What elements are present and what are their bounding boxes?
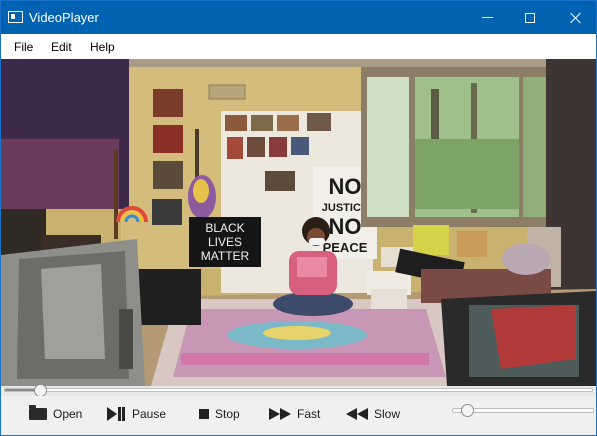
video-player-window: VideoPlayer File Edit Help NO JUSTICE NO… <box>0 0 597 436</box>
minimize-icon <box>481 17 493 18</box>
sign-matter: MATTER <box>201 249 250 263</box>
stop-label: Stop <box>215 407 240 421</box>
slow-label: Slow <box>374 407 401 421</box>
open-button[interactable]: Open <box>29 405 82 423</box>
volume-slider[interactable] <box>452 404 594 417</box>
minimize-button[interactable] <box>464 1 510 34</box>
stop-button[interactable]: Stop <box>199 405 240 423</box>
sign-lives: LIVES <box>208 235 242 249</box>
rewind-icon <box>346 408 368 420</box>
menu-file[interactable]: File <box>14 40 33 54</box>
play-pause-icon <box>107 407 126 421</box>
slow-button[interactable]: Slow <box>346 405 400 423</box>
seek-bar[interactable] <box>1 384 596 397</box>
stop-icon <box>199 409 209 419</box>
sign-black: BLACK <box>205 221 244 235</box>
window-title: VideoPlayer <box>29 10 99 25</box>
fast-label: Fast <box>297 407 321 421</box>
sign-no-1: NO <box>329 174 362 199</box>
volume-thumb[interactable] <box>461 404 474 417</box>
video-view[interactable]: NO JUSTICE NO PEACE BLACK LIVES MATTER <box>1 59 596 386</box>
menu-help[interactable]: Help <box>90 40 115 54</box>
maximize-button[interactable] <box>507 1 553 34</box>
close-button[interactable] <box>553 1 597 34</box>
folder-icon <box>29 405 47 420</box>
fast-button[interactable]: Fast <box>269 405 320 423</box>
seek-track[interactable] <box>4 384 593 397</box>
close-icon <box>570 12 582 24</box>
app-window-icon <box>8 11 23 23</box>
menu-bar: File Edit Help <box>1 34 596 59</box>
maximize-icon <box>525 12 535 23</box>
playback-controls: Open Pause Stop Fast Slow <box>1 396 596 435</box>
pause-button[interactable]: Pause <box>107 405 166 423</box>
pause-label: Pause <box>132 407 167 421</box>
open-label: Open <box>53 407 83 421</box>
video-frame: NO JUSTICE NO PEACE BLACK LIVES MATTER <box>1 59 596 386</box>
title-bar[interactable]: VideoPlayer <box>1 1 596 34</box>
sign-no-2: NO <box>329 214 362 239</box>
menu-edit[interactable]: Edit <box>51 40 72 54</box>
fast-forward-icon <box>269 408 291 420</box>
